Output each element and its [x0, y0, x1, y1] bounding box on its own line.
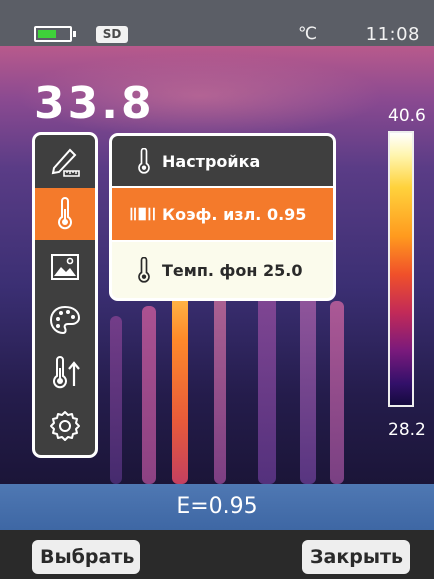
warm-bar: [258, 286, 276, 484]
measure-ruler-icon: [51, 148, 80, 177]
submenu-item-emissivity[interactable]: Коэф. изл. 0.95: [112, 188, 333, 240]
menu-item-gallery[interactable]: [35, 241, 95, 293]
thermometer-icon: [126, 148, 162, 174]
scale-min: 28.2: [388, 420, 426, 440]
color-scale-bar: [388, 131, 414, 407]
emissivity-bars-icon: [126, 205, 162, 223]
menu-item-palette[interactable]: [35, 294, 95, 346]
battery-icon: [34, 26, 76, 42]
scale-max: 40.6: [388, 106, 426, 126]
temperature-unit: ℃: [298, 24, 318, 44]
select-button[interactable]: Выбрать: [32, 540, 140, 574]
warm-bar: [330, 301, 344, 484]
gear-icon: [50, 411, 80, 441]
warm-bar: [214, 296, 226, 484]
submenu-title: Настройка: [162, 151, 261, 171]
status-bar: SD ℃ 11:08: [0, 0, 434, 46]
left-menu: [32, 132, 98, 458]
center-temperature: 33.8: [34, 78, 155, 129]
menu-item-temperature[interactable]: [35, 188, 95, 240]
menu-item-measure[interactable]: [35, 135, 95, 187]
submenu-item-label: Коэф. изл. 0.95: [162, 204, 307, 224]
warm-bar: [300, 296, 316, 484]
warm-bar: [110, 316, 122, 484]
battery-level: [38, 30, 56, 38]
thermometer-icon: [126, 257, 162, 283]
thermometer-up-icon: [53, 356, 80, 389]
image-gallery-icon: [51, 254, 79, 280]
thermometer-icon: [58, 197, 72, 230]
sd-card-badge: SD: [96, 26, 128, 43]
submenu-item-background-temp[interactable]: Темп. фон 25.0: [112, 242, 333, 298]
warm-bar: [142, 306, 156, 484]
clock: 11:08: [365, 24, 420, 45]
settings-submenu: Настройка Коэф. изл. 0.95 Темп. фон 25.0: [109, 133, 336, 301]
menu-item-alarm[interactable]: [35, 347, 95, 399]
submenu-item-label: Темп. фон 25.0: [162, 260, 303, 280]
emissivity-readout: E=0.95: [0, 484, 434, 530]
close-button[interactable]: Закрыть: [302, 540, 410, 574]
hot-bar: [172, 276, 188, 484]
submenu-header: Настройка: [112, 136, 333, 186]
menu-item-settings[interactable]: [35, 400, 95, 452]
softkey-bar: Выбрать Закрыть: [0, 530, 434, 579]
palette-icon: [49, 305, 81, 335]
